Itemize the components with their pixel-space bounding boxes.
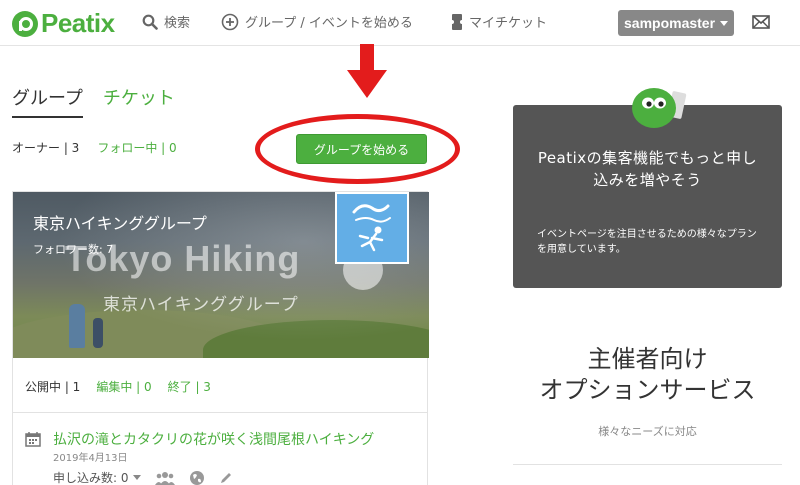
nav-search[interactable]: 検索: [142, 12, 190, 31]
plus-circle-icon: [221, 13, 239, 30]
application-count[interactable]: 申し込み数: 0: [53, 469, 129, 485]
nav-start-group-label: グループ / イベントを始める: [245, 16, 413, 31]
nav-my-ticket[interactable]: マイチケット: [451, 12, 547, 31]
caret-down-icon[interactable]: [132, 475, 141, 480]
start-group-button[interactable]: グループを始める: [296, 134, 427, 164]
service-title-line2: オプションサービス: [539, 376, 756, 404]
service-description: 様々なニーズに対応: [598, 425, 697, 438]
service-title: 主催者向け オプションサービス: [513, 344, 782, 406]
caret-down-icon: [720, 20, 729, 26]
event-date: 2019年4月13日: [53, 453, 128, 464]
following-count[interactable]: フォロー中 | 0: [97, 139, 176, 156]
group-title[interactable]: 東京ハイキンググループ: [33, 210, 207, 234]
hiker-logo-icon: [352, 204, 391, 252]
globe-icon[interactable]: [189, 470, 205, 485]
people-icon[interactable]: [154, 471, 175, 485]
tab-tickets[interactable]: チケット: [103, 84, 175, 118]
divider: [13, 412, 427, 413]
nav-start-group[interactable]: グループ / イベントを始める: [221, 12, 413, 31]
promo-title: Peatixの集客機能でもっと申し込みを増やそう: [537, 149, 758, 189]
mail-icon[interactable]: [752, 15, 770, 29]
tab-groups[interactable]: グループ: [12, 84, 83, 118]
annotation-arrow-icon: [347, 44, 387, 98]
nav-my-ticket-label: マイチケット: [469, 16, 548, 31]
ticket-icon: [451, 13, 463, 30]
owner-count[interactable]: オーナー | 3: [12, 139, 79, 156]
username: sampomaster: [624, 15, 716, 31]
event-meta-row: 申し込み数: 0: [53, 469, 233, 485]
calendar-icon: [25, 432, 41, 447]
group-stats: オーナー | 3 フォロー中 | 0: [12, 139, 177, 156]
event-status-row: 公開中 | 1 編集中 | 0 終了 | 3: [25, 378, 211, 395]
editing-count[interactable]: 編集中 | 0: [96, 378, 151, 395]
main-tabs: グループ チケット: [12, 84, 195, 118]
top-header: Peatix 検索 グループ / イベントを始める マイチケット sampoma…: [0, 0, 800, 46]
user-menu-button[interactable]: sampomaster: [618, 10, 734, 36]
divider: [513, 464, 782, 465]
event-title-link[interactable]: 払沢の滝とカタクリの花が咲く浅間尾根ハイキング: [53, 429, 374, 449]
follower-count: フォロワー数: 7: [33, 243, 114, 256]
logo-text: Peatix: [41, 8, 115, 38]
promo-description: イベントページを注目させるための様々なプランを用意しています。: [537, 229, 757, 255]
promo-panel[interactable]: Peatixの集客機能でもっと申し込みを増やそう イベントページを注目させるため…: [513, 105, 782, 288]
published-count[interactable]: 公開中 | 1: [25, 378, 80, 395]
banner-subtext: 東京ハイキンググループ: [103, 295, 299, 315]
ended-count[interactable]: 終了 | 3: [168, 378, 211, 395]
pencil-icon[interactable]: [219, 471, 233, 485]
peatix-mascot-icon: [632, 88, 687, 128]
nav-search-label: 検索: [164, 16, 191, 31]
group-banner-image[interactable]: Tokyo Hiking 東京ハイキンググループ 東京ハイキンググループ フォロ…: [13, 192, 429, 358]
search-icon: [142, 14, 158, 30]
service-title-line1: 主催者向け: [587, 345, 708, 373]
group-logo: [335, 192, 409, 264]
peatix-logo-icon: [12, 10, 38, 37]
group-card: Tokyo Hiking 東京ハイキンググループ 東京ハイキンググループ フォロ…: [12, 191, 429, 485]
peatix-logo[interactable]: Peatix: [12, 8, 115, 39]
